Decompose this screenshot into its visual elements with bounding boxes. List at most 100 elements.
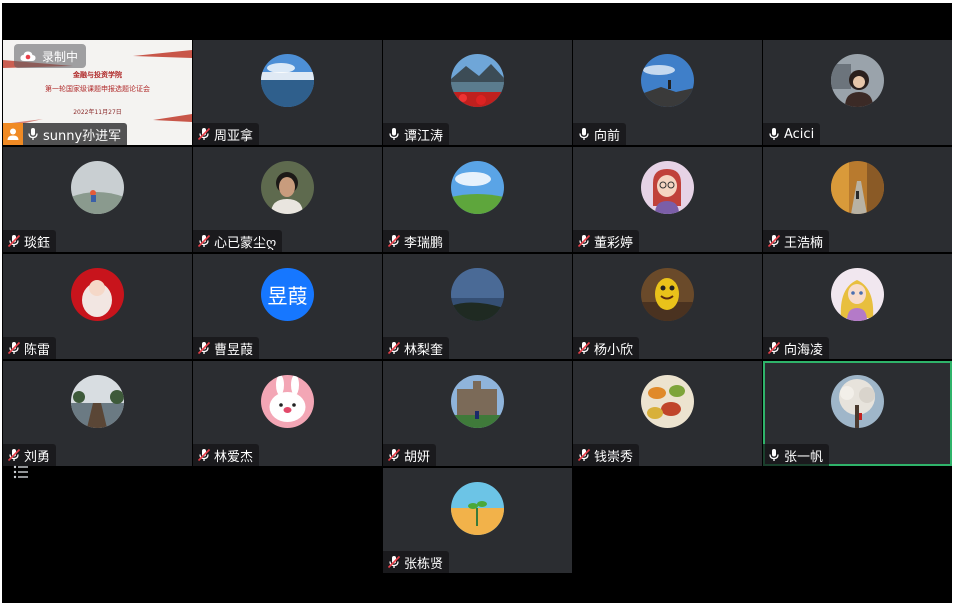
participant-name: 钱崇秀 bbox=[594, 449, 634, 465]
participant-tile[interactable]: 陈雷 bbox=[3, 254, 192, 359]
participant-tile-speaking[interactable]: 张一帆 bbox=[763, 361, 952, 466]
avatar bbox=[831, 161, 884, 214]
participant-name: 谭江涛 bbox=[404, 128, 444, 144]
participant-name-bar: 曹昱葭 bbox=[193, 337, 260, 359]
mic-on-icon bbox=[26, 127, 40, 141]
participant-tile[interactable]: 刘勇 bbox=[3, 361, 192, 466]
participant-tile[interactable]: 董彩婷 bbox=[573, 147, 762, 252]
avatar-initials: 昱葭 bbox=[261, 268, 314, 321]
avatar bbox=[831, 54, 884, 107]
participant-name: 王浩楠 bbox=[784, 235, 824, 251]
participant-name: 曹昱葭 bbox=[214, 342, 254, 358]
participant-name-bar: 王浩楠 bbox=[763, 230, 830, 252]
mic-muted-icon bbox=[197, 127, 211, 141]
participant-tile[interactable]: 向海凌 bbox=[763, 254, 952, 359]
mic-muted-icon bbox=[767, 234, 781, 248]
participant-tile[interactable]: 李瑞鹏 bbox=[383, 147, 572, 252]
participant-name: 胡妍 bbox=[404, 449, 431, 465]
participant-name-bar: 杨小欣 bbox=[573, 337, 640, 359]
participant-tile[interactable]: 心已蒙尘ღ bbox=[193, 147, 382, 252]
mic-muted-icon bbox=[387, 341, 401, 355]
participant-name-bar: Acici bbox=[763, 123, 821, 145]
participant-tile[interactable]: 杨小欣 bbox=[573, 254, 762, 359]
participant-tile[interactable]: 林爱杰 bbox=[193, 361, 382, 466]
participant-name-bar: 董彩婷 bbox=[573, 230, 640, 252]
participant-tile[interactable]: 周亚拿 bbox=[193, 40, 382, 145]
participant-tile-host[interactable]: 金融与投资学院 第一轮国家级课题申报选题论证会 2022年11月27日 录制中 … bbox=[3, 40, 192, 145]
avatar bbox=[71, 268, 124, 321]
mic-muted-icon bbox=[197, 234, 211, 248]
participant-name: 陈雷 bbox=[24, 342, 51, 358]
mic-muted-icon bbox=[7, 448, 21, 462]
mic-on-icon bbox=[767, 127, 781, 141]
participant-name: 向前 bbox=[594, 128, 621, 144]
participant-name-bar: 李瑞鹏 bbox=[383, 230, 450, 252]
avatar bbox=[641, 375, 694, 428]
participant-name-bar: 心已蒙尘ღ bbox=[193, 230, 283, 252]
recording-indicator[interactable]: 录制中 bbox=[14, 44, 87, 68]
participant-tile[interactable]: 钱崇秀 bbox=[573, 361, 762, 466]
avatar bbox=[451, 268, 504, 321]
participant-name: 张栋贤 bbox=[404, 556, 444, 572]
participant-tile[interactable]: 昱葭 曹昱葭 bbox=[193, 254, 382, 359]
avatar bbox=[71, 161, 124, 214]
mic-muted-icon bbox=[577, 448, 591, 462]
participant-name: 李瑞鹏 bbox=[404, 235, 444, 251]
meeting-gallery: 金融与投资学院 第一轮国家级课题申报选题论证会 2022年11月27日 录制中 … bbox=[2, 3, 952, 603]
avatar bbox=[71, 375, 124, 428]
participant-name: 张一帆 bbox=[784, 449, 824, 465]
participant-name: sunny孙进军 bbox=[43, 128, 122, 144]
avatar bbox=[451, 482, 504, 535]
avatar bbox=[451, 54, 504, 107]
participant-name: 林爱杰 bbox=[214, 449, 254, 465]
avatar bbox=[261, 161, 314, 214]
host-badge-icon bbox=[3, 123, 23, 145]
participant-name-bar: 向前 bbox=[573, 123, 627, 145]
mic-muted-icon bbox=[197, 341, 211, 355]
slide-title: 金融与投资学院 bbox=[73, 71, 122, 79]
participant-name: 林梨奎 bbox=[404, 342, 444, 358]
participant-name-bar: 谭江涛 bbox=[383, 123, 450, 145]
avatar bbox=[261, 375, 314, 428]
slide-date: 2022年11月27日 bbox=[73, 109, 122, 116]
participant-tile[interactable]: 林梨奎 bbox=[383, 254, 572, 359]
participant-tile[interactable]: 向前 bbox=[573, 40, 762, 145]
participant-name: 心已蒙尘ღ bbox=[214, 235, 277, 251]
cloud-record-icon bbox=[20, 51, 36, 61]
avatar bbox=[641, 161, 694, 214]
avatar bbox=[831, 268, 884, 321]
participant-name-bar: 林梨奎 bbox=[383, 337, 450, 359]
avatar bbox=[641, 54, 694, 107]
participant-name-bar: 琰鈺 bbox=[3, 230, 57, 252]
participant-tile[interactable]: 王浩楠 bbox=[763, 147, 952, 252]
mic-on-icon bbox=[767, 448, 781, 462]
participant-name: 琰鈺 bbox=[24, 235, 51, 251]
participant-tile[interactable]: 胡妍 bbox=[383, 361, 572, 466]
participant-name-bar: sunny孙进军 bbox=[3, 123, 128, 145]
participant-name-bar: 周亚拿 bbox=[193, 123, 260, 145]
avatar bbox=[451, 161, 504, 214]
participant-tile[interactable]: 谭江涛 bbox=[383, 40, 572, 145]
participant-tile[interactable]: 琰鈺 bbox=[3, 147, 192, 252]
participant-list-icon[interactable] bbox=[11, 462, 31, 482]
mic-on-icon bbox=[387, 127, 401, 141]
mic-muted-icon bbox=[767, 341, 781, 355]
mic-muted-icon bbox=[577, 341, 591, 355]
participant-name-bar: 张一帆 bbox=[763, 444, 830, 466]
mic-muted-icon bbox=[577, 234, 591, 248]
mic-muted-icon bbox=[387, 555, 401, 569]
participant-tile[interactable]: Acici bbox=[763, 40, 952, 145]
mic-on-icon bbox=[577, 127, 591, 141]
participant-name-bar: 钱崇秀 bbox=[573, 444, 640, 466]
participant-name-bar: 张栋贤 bbox=[383, 551, 450, 573]
recording-label: 录制中 bbox=[42, 49, 79, 64]
avatar bbox=[641, 268, 694, 321]
participant-name: 杨小欣 bbox=[594, 342, 634, 358]
mic-muted-icon bbox=[7, 234, 21, 248]
avatar bbox=[261, 54, 314, 107]
mic-muted-icon bbox=[197, 448, 211, 462]
slide-subtitle: 第一轮国家级课题申报选题论证会 bbox=[45, 85, 150, 93]
avatar bbox=[451, 375, 504, 428]
participant-name-bar: 陈雷 bbox=[3, 337, 57, 359]
participant-tile[interactable]: 张栋贤 bbox=[383, 468, 572, 573]
